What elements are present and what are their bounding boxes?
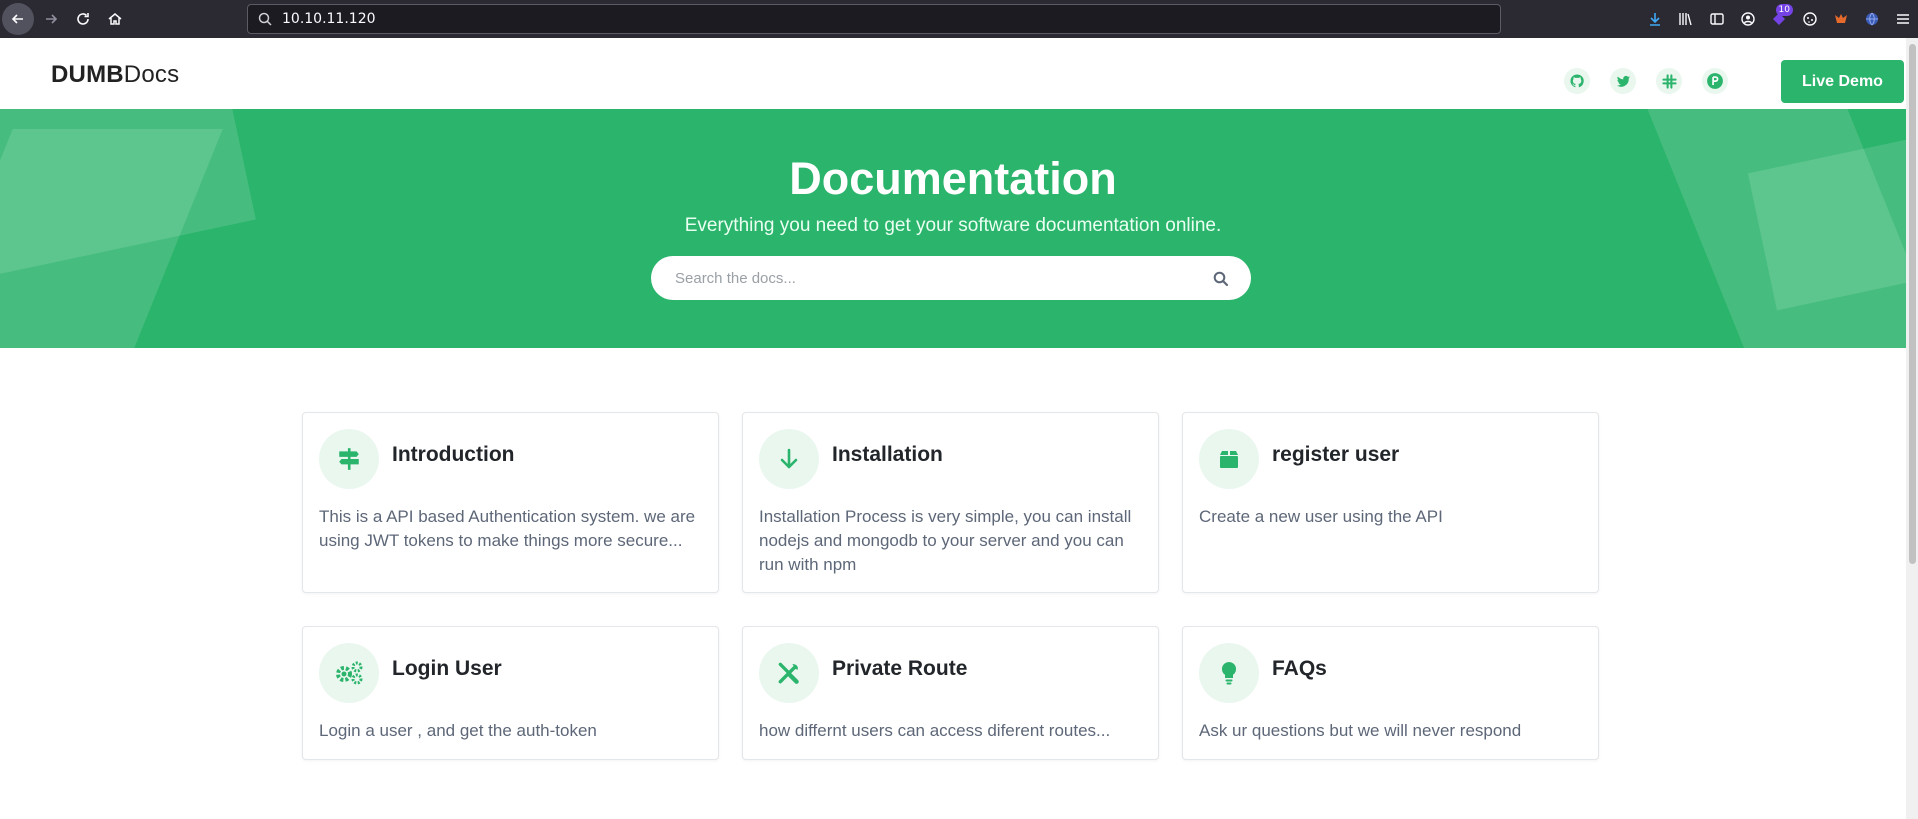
card-icon-wrapper bbox=[319, 643, 379, 703]
doc-card-login-user[interactable]: Login User Login a user , and get the au… bbox=[302, 626, 719, 760]
card-icon-wrapper bbox=[1199, 643, 1259, 703]
twitter-link[interactable] bbox=[1610, 68, 1636, 94]
cogs-icon bbox=[336, 661, 363, 685]
home-button[interactable] bbox=[98, 2, 132, 36]
site-logo[interactable]: DUMBDocs bbox=[51, 61, 179, 89]
browser-toolbar: 10.10.11.120 10 bbox=[0, 0, 1918, 38]
card-description: Installation Process is very simple, you… bbox=[759, 507, 1132, 574]
slack-icon bbox=[1661, 73, 1677, 89]
card-description: Create a new user using the API bbox=[1199, 507, 1443, 526]
card-description: how differnt users can access diferent r… bbox=[759, 721, 1111, 740]
slack-link[interactable] bbox=[1656, 68, 1682, 94]
extension-badge: 10 bbox=[1775, 4, 1793, 16]
downloads-button[interactable] bbox=[1639, 0, 1670, 38]
card-title: Introduction bbox=[392, 443, 515, 466]
doc-card-installation[interactable]: Installation Installation Process is ver… bbox=[742, 412, 1159, 593]
library-button[interactable] bbox=[1670, 0, 1701, 38]
extension-button[interactable]: 10 bbox=[1763, 0, 1794, 38]
card-description: Ask ur questions but we will never respo… bbox=[1199, 721, 1522, 740]
page-title: Documentation bbox=[789, 153, 1117, 204]
site-header: DUMBDocs Live Demo bbox=[0, 38, 1906, 109]
card-title: Login User bbox=[392, 657, 502, 680]
card-icon-wrapper bbox=[319, 429, 379, 489]
search-icon bbox=[1213, 271, 1229, 287]
card-description: This is a API based Authentication syste… bbox=[319, 507, 696, 550]
box-icon bbox=[1220, 451, 1238, 468]
card-title: register user bbox=[1272, 443, 1400, 466]
arrow-right-icon bbox=[46, 14, 58, 24]
hero-section: Documentation Everything you need to get… bbox=[0, 109, 1906, 348]
page-subtitle: Everything you need to get your software… bbox=[684, 215, 1222, 236]
cookie-extension-button[interactable] bbox=[1794, 0, 1825, 38]
scrollbar-thumb[interactable] bbox=[1909, 44, 1916, 564]
product-hunt-link[interactable] bbox=[1702, 68, 1728, 94]
twitter-icon bbox=[1616, 75, 1630, 87]
browser-extensions: 10 bbox=[1639, 0, 1918, 38]
reload-icon bbox=[77, 13, 89, 25]
github-icon bbox=[1570, 74, 1584, 88]
search-submit-button[interactable] bbox=[1210, 268, 1232, 290]
url-text: 10.10.11.120 bbox=[282, 11, 376, 27]
arrow-left-icon bbox=[11, 14, 23, 24]
globe-extension-button[interactable] bbox=[1856, 0, 1887, 38]
card-icon-wrapper bbox=[1199, 429, 1259, 489]
sidebar-button[interactable] bbox=[1701, 0, 1732, 38]
menu-button[interactable] bbox=[1887, 0, 1918, 38]
signpost-icon bbox=[339, 448, 359, 470]
address-bar[interactable]: 10.10.11.120 bbox=[247, 4, 1501, 34]
hamburger-menu-icon bbox=[1896, 14, 1909, 24]
cookie-icon bbox=[1802, 12, 1817, 26]
card-title: FAQs bbox=[1272, 657, 1327, 680]
page-scrollbar[interactable] bbox=[1906, 38, 1918, 819]
home-icon bbox=[108, 13, 122, 25]
card-title: Private Route bbox=[832, 657, 968, 680]
logo-bold: DUMB bbox=[51, 61, 124, 88]
card-icon-wrapper bbox=[759, 643, 819, 703]
back-button[interactable] bbox=[2, 3, 34, 35]
fox-icon bbox=[1834, 14, 1847, 23]
card-icon-wrapper bbox=[759, 429, 819, 489]
tools-icon bbox=[778, 662, 799, 684]
doc-card-faqs[interactable]: FAQs Ask ur questions but we will never … bbox=[1182, 626, 1599, 760]
reload-button[interactable] bbox=[66, 2, 100, 36]
search-icon bbox=[256, 10, 274, 28]
account-icon bbox=[1740, 12, 1755, 26]
arrow-down-icon bbox=[780, 448, 798, 469]
foxyproxy-button[interactable] bbox=[1825, 0, 1856, 38]
github-link[interactable] bbox=[1564, 68, 1590, 94]
sidebar-icon bbox=[1709, 13, 1724, 25]
doc-card-register-user[interactable]: register user Create a new user using th… bbox=[1182, 412, 1599, 593]
card-description: Login a user , and get the auth-token bbox=[319, 721, 597, 740]
account-button[interactable] bbox=[1732, 0, 1763, 38]
globe-icon bbox=[1865, 12, 1878, 26]
product-hunt-icon bbox=[1707, 73, 1723, 89]
lightbulb-icon bbox=[1221, 661, 1237, 685]
download-icon bbox=[1649, 13, 1660, 26]
doc-card-private-route[interactable]: Private Route how differnt users can acc… bbox=[742, 626, 1159, 760]
card-title: Installation bbox=[832, 443, 943, 466]
forward-button[interactable] bbox=[34, 2, 68, 36]
doc-card-introduction[interactable]: Introduction This is a API based Authent… bbox=[302, 412, 719, 593]
docs-search-input[interactable] bbox=[651, 256, 1251, 300]
library-icon bbox=[1678, 13, 1692, 26]
live-demo-button[interactable]: Live Demo bbox=[1781, 60, 1904, 103]
logo-light: Docs bbox=[123, 61, 180, 88]
